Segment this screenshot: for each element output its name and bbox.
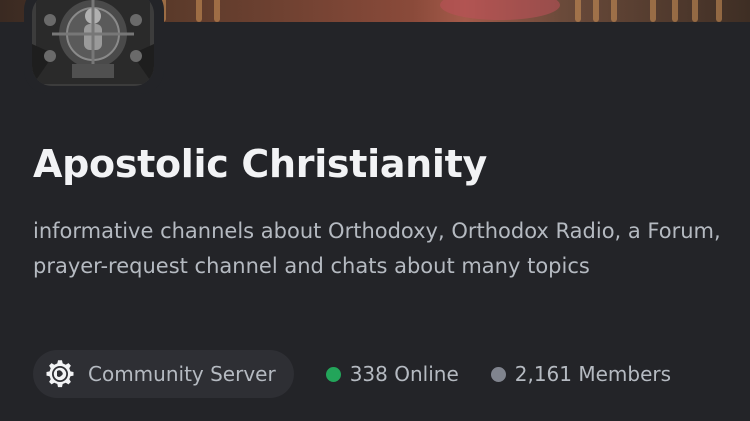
online-count-label: 338 Online xyxy=(349,362,459,386)
server-name: Apostolic Christianity xyxy=(33,142,487,186)
server-icon[interactable] xyxy=(32,0,154,86)
member-count: 2,161 Members xyxy=(490,362,672,386)
community-server-badge[interactable]: Community Server xyxy=(33,350,294,398)
online-count: 338 Online xyxy=(325,362,459,386)
member-count-label: 2,161 Members xyxy=(514,362,672,386)
members-status-dot xyxy=(490,366,506,382)
server-description: informative channels about Orthodoxy, Or… xyxy=(33,219,721,278)
community-server-label: Community Server xyxy=(88,362,276,386)
online-status-dot xyxy=(325,366,341,382)
server-profile-card: Apostolic Christianity informative chann… xyxy=(0,0,750,421)
server-stats-row: Community Server 338 Online 2,161 Member… xyxy=(33,350,671,398)
gear-globe-icon xyxy=(46,360,74,388)
icon-image xyxy=(32,0,154,86)
